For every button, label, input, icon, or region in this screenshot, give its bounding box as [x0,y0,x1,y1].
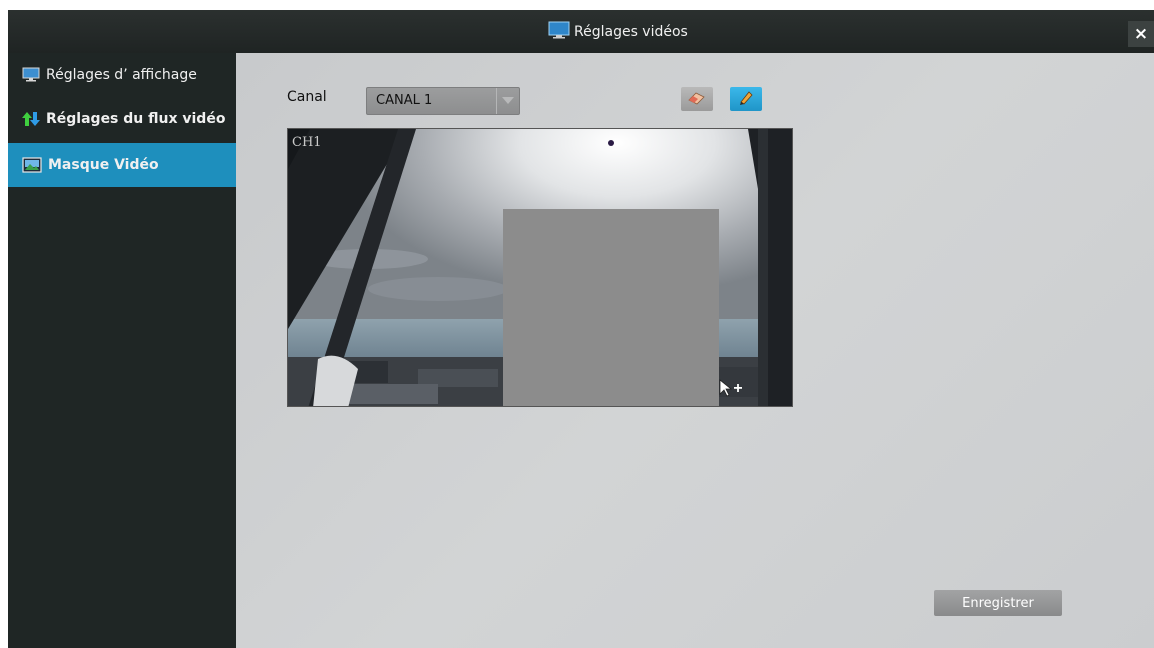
chevron-down-icon[interactable] [496,88,519,114]
up-down-arrows-icon [22,111,40,127]
sidebar-item-label: Réglages d’ affichage [46,67,197,83]
pencil-button[interactable] [730,87,762,111]
title-bar: Réglages vidéos × [8,10,1154,53]
close-button[interactable]: × [1128,21,1154,47]
privacy-mask-region[interactable] [503,209,719,406]
close-icon: × [1133,24,1149,44]
channel-overlay: CH1 [292,135,322,150]
camera-preview[interactable]: CH1 [287,128,793,407]
sidebar-item-stream-settings[interactable]: Réglages du flux vidéo [8,97,236,141]
monitor-icon [548,21,570,43]
sidebar-item-video-mask[interactable]: Masque Vidéo [8,143,236,187]
window-title: Réglages vidéos [574,24,688,40]
picture-icon [22,157,42,173]
sidebar-item-display-settings[interactable]: Réglages d’ affichage [8,53,236,97]
save-button-label: Enregistrer [962,595,1034,611]
canal-select-value: CANAL 1 [376,93,433,108]
main-panel: Canal CANAL 1 CH1 Enregistrer [236,53,1154,648]
eraser-button[interactable] [681,87,713,111]
canal-label: Canal [287,89,327,105]
canal-select[interactable]: CANAL 1 [366,87,520,115]
monitor-icon [22,67,40,83]
window-title-group: Réglages vidéos [548,21,688,43]
eraser-icon [687,90,707,109]
sidebar-item-label: Masque Vidéo [48,157,159,173]
sidebar-item-label: Réglages du flux vidéo [46,111,226,127]
video-settings-window: Réglages vidéos × Réglages d’ affichage [8,10,1154,648]
sidebar: Réglages d’ affichage Réglages du flux v… [8,53,236,648]
pencil-icon [738,89,754,109]
save-button[interactable]: Enregistrer [934,590,1062,616]
